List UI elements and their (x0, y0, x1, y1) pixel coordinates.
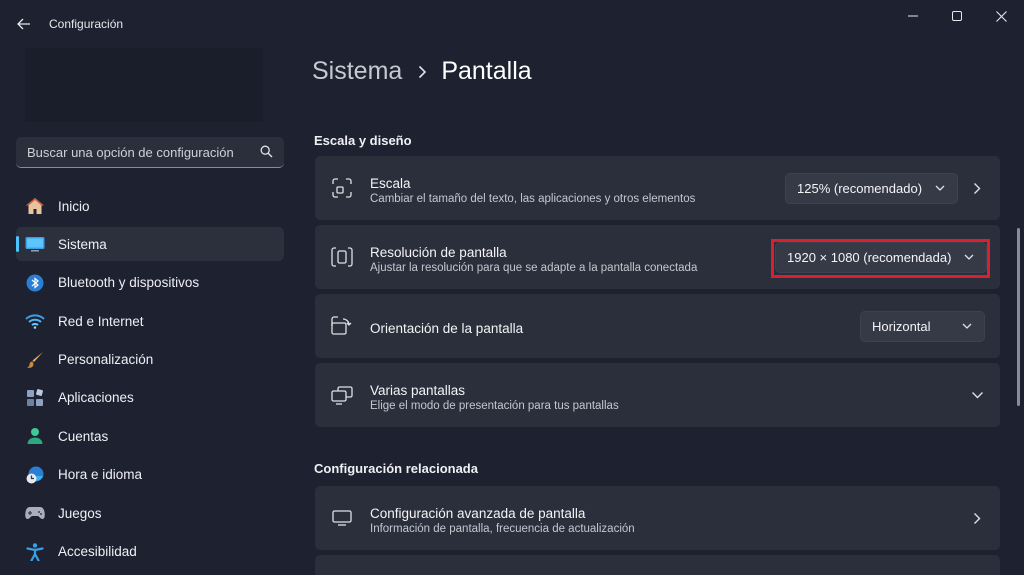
advanced-display-title: Configuración avanzada de pantalla (370, 506, 586, 521)
title-bar: Configuración (0, 0, 1024, 48)
clock-globe-icon (25, 466, 45, 484)
section-title-related: Configuración relacionada (314, 461, 478, 476)
sidebar-item-red[interactable]: Red e Internet (16, 304, 284, 338)
next-card[interactable] (315, 555, 1000, 575)
breadcrumb: Sistema Pantalla (312, 57, 532, 86)
sidebar-item-label: Personalización (58, 352, 154, 368)
multiple-displays-card[interactable]: Varias pantallas Elige el modo de presen… (315, 363, 1000, 427)
chevron-right-icon[interactable] (969, 181, 985, 195)
scale-icon (331, 178, 353, 198)
sidebar-item-label: Hora e idioma (58, 467, 143, 483)
orientation-title: Orientación de la pantalla (370, 321, 524, 336)
search-box (16, 137, 284, 168)
scale-dropdown[interactable]: 125% (recomendado) (785, 173, 958, 204)
sidebar-item-label: Accesibilidad (58, 544, 137, 560)
scale-title: Escala (370, 176, 411, 191)
sidebar-item-personalizacion[interactable]: Personalización (16, 343, 284, 377)
apps-icon (25, 389, 45, 407)
close-icon (995, 10, 1007, 22)
sidebar-item-bluetooth[interactable]: Bluetooth y dispositivos (16, 266, 284, 300)
advanced-display-subtitle: Información de pantalla, frecuencia de a… (370, 523, 635, 535)
orientation-card: Orientación de la pantalla Horizontal (315, 294, 1000, 358)
arrow-left-icon (17, 18, 30, 30)
scale-card[interactable]: Escala Cambiar el tamaño del texto, las … (315, 156, 1000, 220)
multiple-displays-title: Varias pantallas (370, 383, 466, 398)
multiple-displays-icon (331, 385, 353, 405)
maximize-icon (952, 11, 962, 21)
sidebar-item-aplicaciones[interactable]: Aplicaciones (16, 381, 284, 415)
monitor-icon (331, 508, 353, 528)
app-title: Configuración (49, 17, 124, 31)
sidebar-item-label: Cuentas (58, 428, 109, 444)
sidebar-item-label: Aplicaciones (58, 390, 134, 406)
scale-subtitle: Cambiar el tamaño del texto, las aplicac… (370, 193, 696, 205)
resolution-subtitle: Ajustar la resolución para que se adapte… (370, 262, 698, 274)
account-icon (25, 427, 45, 445)
chevron-right-icon (418, 65, 427, 79)
sidebar-item-accesibilidad[interactable]: Accesibilidad (16, 535, 284, 569)
search-input[interactable] (16, 137, 252, 167)
sidebar-item-label: Juegos (58, 505, 102, 521)
multiple-displays-subtitle: Elige el modo de presentación para tus p… (370, 400, 619, 412)
page-title: Pantalla (441, 57, 532, 85)
sidebar-item-label: Red e Internet (58, 313, 144, 329)
profile-area (25, 48, 263, 122)
scrollbar-thumb[interactable] (1017, 228, 1020, 406)
sidebar-item-hora[interactable]: Hora e idioma (16, 458, 284, 492)
chevron-down-icon[interactable] (968, 388, 986, 402)
home-icon (25, 197, 45, 215)
orientation-icon (331, 316, 353, 336)
sidebar-item-label: Sistema (58, 236, 107, 252)
wifi-icon (25, 312, 45, 330)
sidebar-item-label: Bluetooth y dispositivos (58, 275, 200, 291)
system-icon (25, 235, 45, 253)
scale-dropdown-value: 125% (recomendado) (797, 181, 923, 196)
maximize-button[interactable] (934, 4, 980, 28)
close-button[interactable] (978, 4, 1024, 28)
brush-icon (25, 351, 45, 369)
bluetooth-icon (25, 274, 45, 292)
minimize-icon (908, 15, 918, 17)
section-title-scale-layout: Escala y diseño (314, 133, 412, 148)
sidebar-item-juegos[interactable]: Juegos (16, 496, 284, 530)
breadcrumb-parent[interactable]: Sistema (312, 57, 402, 86)
chevron-right-icon[interactable] (969, 511, 985, 525)
sidebar-item-sistema[interactable]: Sistema (16, 227, 284, 262)
sidebar-item-label: Inicio (58, 198, 90, 214)
minimize-button[interactable] (890, 4, 936, 28)
chevron-down-icon (935, 185, 945, 191)
highlight-box (771, 239, 990, 278)
resolution-icon (331, 247, 353, 267)
sidebar-nav: Inicio Sistema Bluetooth y dispositivos … (16, 189, 284, 573)
chevron-down-icon (962, 323, 972, 329)
advanced-display-card[interactable]: Configuración avanzada de pantalla Infor… (315, 486, 1000, 550)
gamepad-icon (25, 504, 45, 522)
orientation-dropdown[interactable]: Horizontal (860, 311, 985, 342)
accessibility-icon (25, 542, 45, 561)
search-icon[interactable] (260, 145, 273, 158)
orientation-dropdown-value: Horizontal (872, 319, 931, 334)
resolution-title: Resolución de pantalla (370, 245, 507, 260)
sidebar-item-inicio[interactable]: Inicio (16, 189, 284, 223)
sidebar-item-cuentas[interactable]: Cuentas (16, 419, 284, 453)
back-button[interactable] (10, 12, 38, 36)
